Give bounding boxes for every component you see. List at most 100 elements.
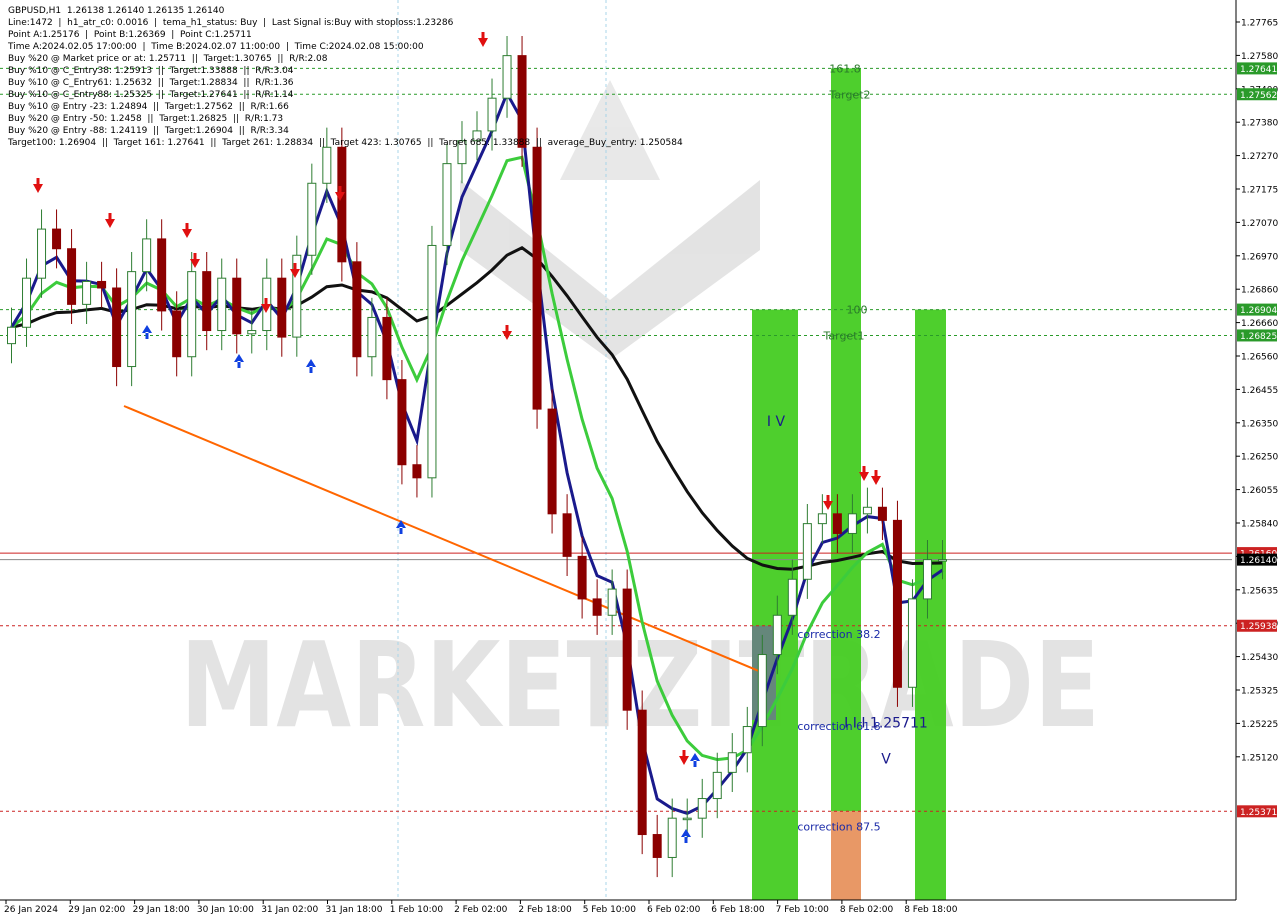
candle-body xyxy=(397,379,407,466)
info-line: Buy %10 @ C_Entry88: 1.25325 || Target:1… xyxy=(8,90,294,100)
candle-body xyxy=(937,559,947,562)
watermark: MARKETZITRADE xyxy=(180,80,1100,754)
chart-root: MARKETZITRADE 161.8 Target2 100 Target1 I V c… xyxy=(0,0,1280,920)
candle-body xyxy=(652,834,662,858)
candle-body xyxy=(97,280,107,289)
time-tick-label: 6 Feb 02:00 xyxy=(647,905,701,915)
zone-layer xyxy=(752,68,946,901)
fibo-annotation: correction 38.2 xyxy=(797,628,880,641)
candle-body xyxy=(112,287,122,368)
candle-body xyxy=(712,771,722,800)
target-zone-bar xyxy=(831,68,861,812)
candle-body xyxy=(907,598,917,688)
candle-body xyxy=(142,238,152,273)
fibo-annotation: Target2 xyxy=(828,88,870,101)
symbol-line: GBPUSD,H1 1.26138 1.26140 1.26135 1.2614… xyxy=(8,6,225,16)
price-tick-label: 1.26055 xyxy=(1241,486,1278,496)
time-tick-label: 29 Jan 18:00 xyxy=(133,905,190,915)
candle-body xyxy=(7,326,17,345)
candle-body xyxy=(562,513,572,557)
candle-body xyxy=(187,271,197,358)
time-tick-label: 2 Feb 18:00 xyxy=(518,905,572,915)
info-line: Buy %20 @ Market price or at: 1.25711 ||… xyxy=(8,54,328,64)
price-tick-label: 1.26560 xyxy=(1241,353,1278,363)
candle-body xyxy=(607,588,617,616)
candle-body xyxy=(667,817,677,858)
candle-body xyxy=(697,798,707,819)
price-tick-label: 1.26350 xyxy=(1241,419,1278,429)
time-tick-label: 1 Feb 10:00 xyxy=(390,905,444,915)
level-price-label: 1.26904 xyxy=(1240,306,1277,316)
fibo-annotation: I V xyxy=(767,414,786,430)
time-tick-label: 8 Feb 18:00 xyxy=(904,905,958,915)
fibo-annotation: 161.8 xyxy=(829,62,861,75)
fibo-annotation: Target1 xyxy=(822,329,864,342)
price-tick-label: 1.27380 xyxy=(1241,119,1278,129)
sell-arrow-icon xyxy=(33,178,43,193)
sell-arrow-icon xyxy=(478,32,488,47)
info-line: Buy %10 @ Entry -23: 1.24894 || Target:1… xyxy=(8,102,289,112)
candle-body xyxy=(517,55,527,148)
candle-body xyxy=(637,709,647,836)
level-price-label: 1.25371 xyxy=(1240,808,1277,818)
candle-body xyxy=(727,752,737,773)
candle-body xyxy=(352,261,362,358)
candle-body xyxy=(862,506,872,515)
price-tick-label: 1.27765 xyxy=(1241,19,1278,29)
time-tick-label: 6 Feb 18:00 xyxy=(711,905,765,915)
time-tick-label: 7 Feb 10:00 xyxy=(776,905,830,915)
slow-moving-average-line xyxy=(11,246,943,571)
time-tick-label: 31 Jan 02:00 xyxy=(261,905,318,915)
buy-arrow-icon xyxy=(681,829,691,843)
sell-arrow-icon xyxy=(105,213,115,228)
candle-body xyxy=(772,614,782,656)
candle-body xyxy=(682,817,692,821)
level-price-label: 1.27562 xyxy=(1240,91,1277,101)
candle-body xyxy=(802,523,812,580)
candle-body xyxy=(337,146,347,263)
time-axis[interactable]: 26 Jan 2024 29 Jan 02:00 29 Jan 18:00 30 Ja… xyxy=(4,900,958,915)
candle-body xyxy=(412,464,422,479)
candle-body xyxy=(67,248,77,305)
candle-body xyxy=(247,330,257,335)
sell-arrow-icon xyxy=(502,325,512,340)
candle-body xyxy=(547,408,557,515)
time-tick-label: 2 Feb 02:00 xyxy=(454,905,508,915)
info-line: Buy %10 @ C_Entry61: 1.25632 || Target:1… xyxy=(8,78,294,88)
fibo-annotation: V xyxy=(881,751,891,767)
candle-body xyxy=(922,559,932,600)
fibo-annotation: correction 87.5 xyxy=(797,820,880,833)
price-tick-label: 1.27070 xyxy=(1241,219,1278,229)
price-tick-label: 1.27580 xyxy=(1241,52,1278,62)
time-tick-label: 31 Jan 18:00 xyxy=(326,905,383,915)
level-price-label: 1.25938 xyxy=(1240,622,1277,632)
price-tick-label: 1.25840 xyxy=(1241,520,1278,530)
level-price-label: 1.26140 xyxy=(1240,556,1277,566)
candle-body xyxy=(52,228,62,250)
candle-body xyxy=(742,726,752,754)
price-tick-label: 1.26455 xyxy=(1241,386,1278,396)
candle-body xyxy=(592,598,602,616)
info-line: Buy %20 @ Entry -50: 1.2458 || Target:1.… xyxy=(8,114,284,124)
candle-body xyxy=(382,316,392,381)
info-line: Buy %20 @ Entry -88: 1.24119 || Target:1… xyxy=(8,126,289,136)
candle-body xyxy=(37,228,47,279)
level-price-label: 1.26825 xyxy=(1240,332,1277,342)
candle-body xyxy=(307,182,317,256)
candle-body xyxy=(172,310,182,358)
candle-body xyxy=(22,277,32,328)
time-tick-label: 8 Feb 02:00 xyxy=(840,905,894,915)
price-tick-label: 1.25325 xyxy=(1241,687,1278,697)
price-tick-label: 1.27175 xyxy=(1241,186,1278,196)
candle-body xyxy=(442,163,452,246)
candle-body xyxy=(277,277,287,338)
info-line: Target100: 1.26904 || Target 161: 1.2764… xyxy=(8,138,683,148)
candle-body xyxy=(877,506,887,521)
info-line: Time A:2024.02.05 17:00:00 | Time B:2024… xyxy=(8,42,424,52)
candle-body xyxy=(502,55,512,99)
candle-body xyxy=(217,277,227,332)
info-line: Line:1472 | h1_atr_c0: 0.0016 | tema_h1_… xyxy=(8,18,454,28)
candle-body xyxy=(367,316,377,358)
candle-body xyxy=(532,146,542,410)
candle-body xyxy=(427,244,437,479)
